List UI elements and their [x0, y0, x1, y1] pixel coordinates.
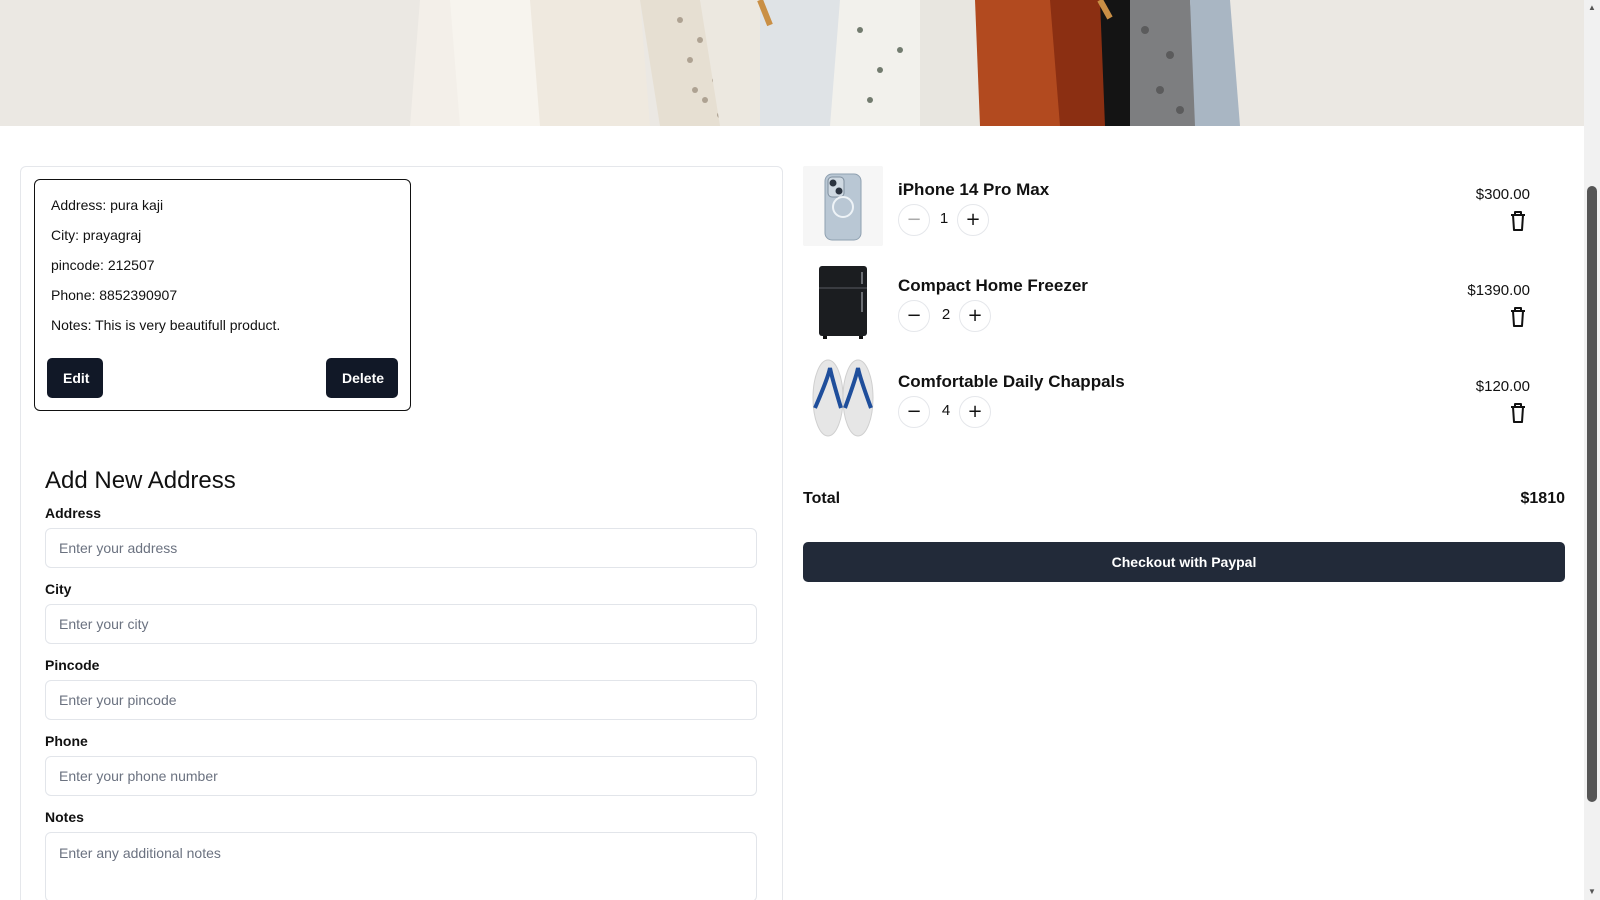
address-input[interactable]: [45, 528, 757, 568]
add-address-title: Add New Address: [45, 467, 236, 494]
saved-address-line: Address: pura kaji: [51, 197, 164, 213]
cart-item-name: Comfortable Daily Chappals: [898, 372, 1125, 391]
address-field-label: Address: [45, 505, 102, 521]
city-field-label: City: [45, 581, 72, 597]
cart-item: Comfortable Daily Chappals − 4 + $120.00: [803, 358, 1565, 438]
trash-icon[interactable]: [1508, 210, 1528, 232]
decrease-quantity-button[interactable]: −: [898, 204, 930, 236]
cart-item-price: $1390.00: [1467, 282, 1530, 299]
total-label: Total: [803, 490, 841, 507]
cart-item: iPhone 14 Pro Max − 1 + $300.00: [803, 166, 1565, 246]
quantity-value: 2: [941, 306, 951, 323]
pincode-input[interactable]: [45, 680, 757, 720]
saved-pincode-line: pincode: 212507: [51, 257, 155, 273]
vertical-scrollbar[interactable]: ▲ ▼: [1584, 0, 1600, 900]
cart-item: Compact Home Freezer − 2 + $1390.00: [803, 262, 1565, 342]
edit-address-button[interactable]: Edit: [47, 358, 103, 398]
phone-image: [803, 166, 883, 246]
phone-input[interactable]: [45, 756, 757, 796]
saved-city-line: City: prayagraj: [51, 227, 142, 243]
pincode-field-label: Pincode: [45, 657, 100, 673]
notes-field-label: Notes: [45, 809, 84, 825]
trash-icon[interactable]: [1508, 402, 1528, 424]
decrease-quantity-button[interactable]: −: [898, 300, 930, 332]
scrollbar-thumb[interactable]: [1587, 186, 1597, 802]
cart-item-price: $300.00: [1475, 186, 1530, 203]
increase-quantity-button[interactable]: +: [959, 300, 991, 332]
saved-phone-line: Phone: 8852390907: [51, 287, 178, 303]
decrease-quantity-button[interactable]: −: [898, 396, 930, 428]
clothing-rack-image: [0, 0, 1584, 126]
cart-item-name: Compact Home Freezer: [898, 276, 1088, 295]
city-input[interactable]: [45, 604, 757, 644]
increase-quantity-button[interactable]: +: [959, 396, 991, 428]
saved-notes-line: Notes: This is very beautifull product.: [51, 317, 281, 333]
checkout-paypal-button[interactable]: Checkout with Paypal: [803, 542, 1565, 582]
saved-address-card: Address: pura kaji City: prayagraj pinco…: [34, 179, 411, 411]
scroll-down-icon[interactable]: ▼: [1587, 887, 1597, 897]
delete-address-button[interactable]: Delete: [326, 358, 398, 398]
scroll-up-icon[interactable]: ▲: [1587, 3, 1597, 13]
freezer-image: [803, 262, 883, 342]
chappals-image: [803, 358, 883, 438]
phone-field-label: Phone: [45, 733, 88, 749]
trash-icon[interactable]: [1508, 306, 1528, 328]
hero-banner: [0, 0, 1584, 126]
increase-quantity-button[interactable]: +: [957, 204, 989, 236]
cart-item-price: $120.00: [1475, 378, 1530, 395]
cart-item-name: iPhone 14 Pro Max: [898, 180, 1050, 199]
total-value: $1810: [1520, 490, 1566, 507]
address-panel: Address: pura kaji City: prayagraj pinco…: [20, 166, 783, 900]
quantity-value: 4: [941, 402, 951, 419]
quantity-value: 1: [939, 210, 949, 227]
notes-textarea[interactable]: [45, 832, 757, 900]
